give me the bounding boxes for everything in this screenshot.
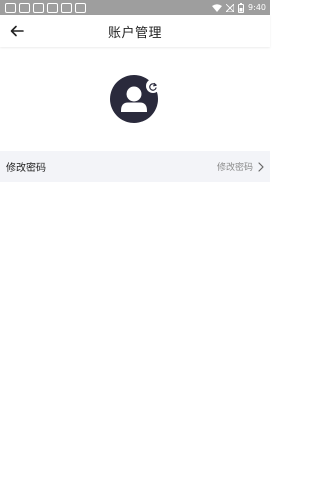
arrow-left-icon[interactable] xyxy=(8,23,26,39)
page-title: 账户管理 xyxy=(107,25,162,41)
notification-icon xyxy=(61,2,72,13)
status-bar: 9:40 xyxy=(0,0,270,15)
wifi-icon xyxy=(212,3,223,12)
avatar-button[interactable] xyxy=(110,75,160,125)
change-password-row[interactable]: 修改密码 修改密码 xyxy=(0,151,270,182)
app-bar: 账户管理 xyxy=(0,15,270,47)
status-notifications xyxy=(5,2,86,13)
notification-icon xyxy=(75,2,86,13)
signal-icon xyxy=(226,3,235,12)
row-value: 修改密码 xyxy=(216,163,253,173)
row-action: 修改密码 xyxy=(217,160,264,173)
row-label: 修改密码 xyxy=(6,163,46,174)
chevron-right-icon xyxy=(258,161,264,172)
notification-icon xyxy=(33,2,44,13)
notification-icon xyxy=(5,2,16,13)
notification-icon xyxy=(47,2,58,13)
status-indicators: 9:40 xyxy=(212,2,266,13)
avatar-edit-badge[interactable] xyxy=(146,79,160,93)
notification-icon xyxy=(19,2,30,13)
status-time: 9:40 xyxy=(248,3,266,12)
battery-icon xyxy=(238,2,245,13)
refresh-icon xyxy=(149,82,157,91)
